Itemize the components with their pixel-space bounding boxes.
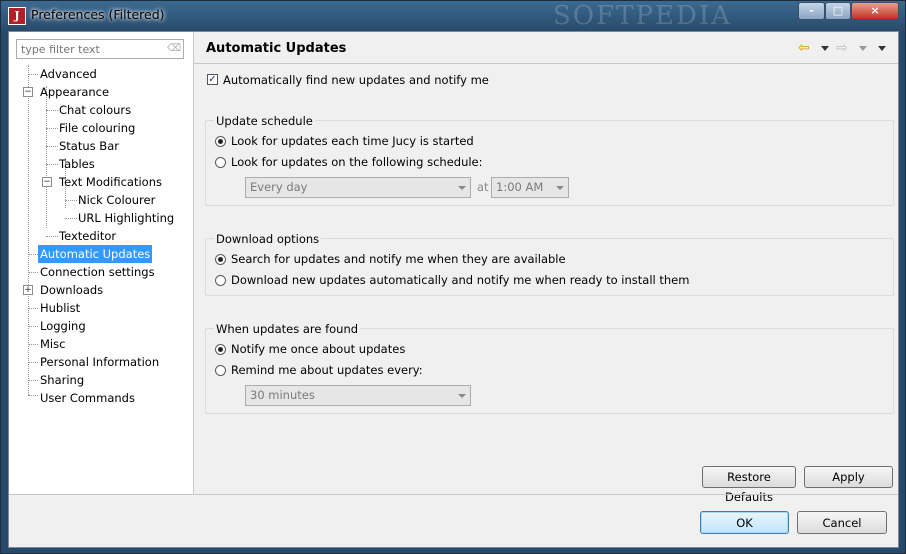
tree-line <box>46 128 58 129</box>
remind-every-radio[interactable] <box>215 365 226 376</box>
search-and-notify-label[interactable]: Search for updates and notify me when th… <box>231 252 566 266</box>
tree-item-status-bar[interactable]: Status Bar <box>59 137 119 155</box>
tree-item-appearance[interactable]: Appearance <box>40 83 109 101</box>
search-and-notify-radio[interactable] <box>215 254 226 265</box>
schedule-day-value: Every day <box>250 180 308 194</box>
tree-line <box>28 326 38 327</box>
tree-line <box>46 110 58 111</box>
chevron-down-icon <box>556 186 564 190</box>
close-button[interactable]: × <box>851 2 899 20</box>
check-on-schedule-label[interactable]: Look for updates on the following schedu… <box>231 155 483 169</box>
tree-item-advanced[interactable]: Advanced <box>40 65 97 83</box>
back-arrow-icon[interactable]: ⇦ <box>798 40 810 56</box>
tree-item-misc[interactable]: Misc <box>40 335 65 353</box>
tree-item-automatic-updates[interactable]: Automatic Updates <box>38 245 153 263</box>
tree-line <box>28 254 38 255</box>
download-automatically-label[interactable]: Download new updates automatically and n… <box>231 273 689 287</box>
forward-menu-chevron-icon[interactable] <box>859 46 867 51</box>
check-on-startup-radio[interactable] <box>215 136 226 147</box>
notify-once-label[interactable]: Notify me once about updates <box>231 342 405 356</box>
remind-every-label[interactable]: Remind me about updates every: <box>231 363 423 377</box>
clear-filter-icon[interactable]: ⌫ <box>167 43 181 55</box>
tree-item-connection-settings[interactable]: Connection settings <box>40 263 155 281</box>
auto-find-checkbox[interactable]: ✓ <box>207 74 218 85</box>
tree-item-logging[interactable]: Logging <box>40 317 86 335</box>
restore-defaults-button[interactable]: Restore Defaults <box>702 466 796 504</box>
tree-item-texteditor[interactable]: Texteditor <box>59 227 116 245</box>
tree-line <box>46 86 47 228</box>
maximize-button[interactable]: □ <box>825 2 851 20</box>
window-title: Preferences (Filtered) <box>31 7 165 22</box>
tree-item-tables[interactable]: Tables <box>59 155 95 173</box>
chevron-down-icon <box>458 394 466 398</box>
at-label: at <box>477 180 489 194</box>
check-on-startup-label[interactable]: Look for updates each time Jucy is start… <box>231 134 474 148</box>
schedule-day-select[interactable]: Every day <box>245 177 471 198</box>
tree-line <box>28 380 38 381</box>
tree-line <box>28 344 38 345</box>
check-on-schedule-radio[interactable] <box>215 157 226 168</box>
download-automatically-radio[interactable] <box>215 275 226 286</box>
expand-downloads-icon[interactable]: + <box>23 285 33 295</box>
tree-line <box>28 65 29 395</box>
tree-item-file-colouring[interactable]: File colouring <box>59 119 135 137</box>
tree-item-downloads[interactable]: Downloads <box>40 281 103 299</box>
tree-item-personal-information[interactable]: Personal Information <box>40 353 159 371</box>
preferences-window: J Preferences (Filtered) SOFTPEDIA - □ ×… <box>0 0 906 554</box>
update-schedule-title: Update schedule <box>214 114 315 128</box>
settings-pane: Automatic Updates ⇦ ⇨ ✓ Automatically fi… <box>194 32 898 504</box>
download-options-title: Download options <box>214 232 322 246</box>
remind-interval-select[interactable]: 30 minutes <box>245 385 471 406</box>
remind-interval-value: 30 minutes <box>250 388 315 402</box>
tree-line <box>28 395 38 396</box>
tree-item-user-commands[interactable]: User Commands <box>40 389 135 407</box>
tree-item-nick-colourer[interactable]: Nick Colourer <box>78 191 155 209</box>
footer-divider <box>9 494 898 495</box>
tree-item-hublist[interactable]: Hublist <box>40 299 80 317</box>
schedule-time-value: 1:00 AM <box>496 180 544 194</box>
forward-arrow-icon[interactable]: ⇨ <box>836 40 848 56</box>
title-bar[interactable]: J Preferences (Filtered) SOFTPEDIA - □ × <box>1 1 905 31</box>
preferences-tree-pane: ⌫ Advanced − Appearance Chat colours Fil… <box>9 32 194 494</box>
tree-item-chat-colours[interactable]: Chat colours <box>59 101 131 119</box>
tree-line <box>65 218 77 219</box>
tree-line <box>46 236 58 237</box>
download-options-group <box>205 238 894 296</box>
tree-line <box>28 272 38 273</box>
apply-button[interactable]: Apply <box>804 466 893 488</box>
auto-find-label[interactable]: Automatically find new updates and notif… <box>223 73 489 87</box>
tree-item-sharing[interactable]: Sharing <box>40 371 84 389</box>
when-updates-found-title: When updates are found <box>214 322 361 336</box>
collapse-text-modifications-icon[interactable]: − <box>42 177 52 187</box>
tree-line <box>28 308 38 309</box>
schedule-time-select[interactable]: 1:00 AM <box>491 177 569 198</box>
tree-line <box>65 200 77 201</box>
jucy-app-icon: J <box>8 7 26 25</box>
collapse-appearance-icon[interactable]: − <box>23 87 33 97</box>
page-title: Automatic Updates <box>206 41 347 56</box>
view-menu-chevron-icon[interactable] <box>878 46 886 51</box>
filter-box[interactable]: ⌫ <box>16 39 184 59</box>
tree-item-text-modifications[interactable]: Text Modifications <box>59 173 162 191</box>
tree-line <box>46 146 58 147</box>
tree-line <box>28 74 38 75</box>
minimize-button[interactable]: - <box>798 2 825 20</box>
tree-item-url-highlighting[interactable]: URL Highlighting <box>78 209 174 227</box>
watermark-text: SOFTPEDIA <box>553 1 732 31</box>
tree-line <box>46 164 58 165</box>
chevron-down-icon <box>458 186 466 190</box>
header-divider <box>194 63 898 64</box>
filter-input[interactable] <box>21 41 161 57</box>
tree-line <box>28 362 38 363</box>
dialog-client-area: ⌫ Advanced − Appearance Chat colours Fil… <box>8 31 899 548</box>
ok-button[interactable]: OK <box>700 511 789 534</box>
back-menu-chevron-icon[interactable] <box>821 46 829 51</box>
cancel-button[interactable]: Cancel <box>797 511 887 534</box>
notify-once-radio[interactable] <box>215 344 226 355</box>
